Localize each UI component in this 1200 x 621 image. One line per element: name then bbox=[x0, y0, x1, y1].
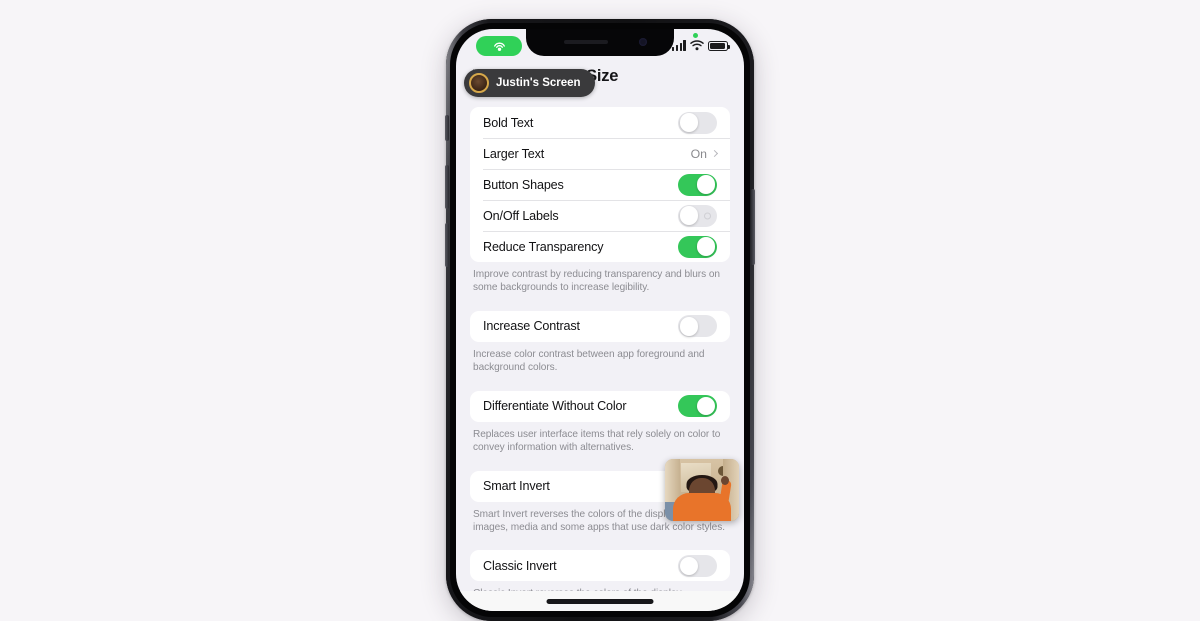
toggle-knob bbox=[696, 396, 716, 416]
toggle-knob bbox=[679, 206, 699, 225]
settings-row-label: Differentiate Without Color bbox=[483, 399, 627, 414]
settings-group-footnote: Improve contrast by reducing transparenc… bbox=[473, 269, 720, 294]
settings-group: Bold Text Larger Text On Button Shapes On/Of… bbox=[470, 107, 730, 262]
settings-row[interactable]: On/Off Labels bbox=[470, 200, 730, 231]
settings-group: Differentiate Without Color bbox=[470, 390, 730, 422]
volume-up-button[interactable] bbox=[445, 165, 449, 209]
settings-row-value-text: On bbox=[690, 146, 707, 161]
screen-share-active-icon[interactable] bbox=[476, 36, 522, 56]
toggle-knob bbox=[679, 317, 699, 336]
settings-row-label: On/Off Labels bbox=[483, 208, 559, 223]
device-notch bbox=[526, 29, 674, 56]
toggle-knob bbox=[679, 113, 699, 132]
facetime-pip-video[interactable] bbox=[665, 459, 739, 521]
settings-group-footnote: Increase color contrast between app fore… bbox=[473, 348, 705, 374]
settings-row-label: Larger Text bbox=[483, 146, 545, 161]
avatar bbox=[469, 73, 489, 93]
settings-row[interactable]: Button Shapes bbox=[470, 169, 730, 200]
settings-list[interactable]: Bold Text Larger Text On Button Shapes On/Of… bbox=[456, 107, 744, 611]
volume-down-button[interactable] bbox=[445, 223, 449, 267]
settings-row[interactable]: Larger Text On bbox=[470, 138, 730, 169]
settings-toggle[interactable] bbox=[678, 315, 717, 338]
chevron-right-icon bbox=[710, 149, 719, 158]
settings-row[interactable]: Differentiate Without Color bbox=[470, 391, 730, 422]
screen-share-name: Justin's Screen bbox=[496, 77, 581, 89]
earpiece-speaker-icon bbox=[564, 40, 608, 44]
settings-row-value: On bbox=[690, 146, 719, 161]
front-camera-icon bbox=[639, 38, 647, 46]
toggle-off-label-icon bbox=[704, 212, 711, 219]
settings-toggle[interactable] bbox=[678, 395, 717, 418]
settings-toggle[interactable] bbox=[678, 173, 717, 196]
settings-group: Increase Contrast bbox=[470, 310, 730, 342]
toggle-knob bbox=[679, 556, 699, 576]
settings-row-label: Smart Invert bbox=[483, 479, 550, 494]
settings-row-label: Button Shapes bbox=[483, 177, 564, 192]
camera-in-use-indicator bbox=[693, 33, 698, 38]
toggle-knob bbox=[696, 175, 716, 194]
settings-toggle[interactable] bbox=[678, 235, 717, 258]
settings-row-label: Increase Contrast bbox=[483, 319, 580, 334]
silent-switch-button[interactable] bbox=[445, 115, 449, 141]
settings-row[interactable]: Classic Invert bbox=[470, 550, 730, 581]
settings-row-label: Reduce Transparency bbox=[483, 239, 604, 254]
settings-row[interactable]: Reduce Transparency bbox=[470, 231, 730, 262]
power-button[interactable] bbox=[751, 189, 755, 265]
settings-row[interactable]: Increase Contrast bbox=[470, 311, 730, 342]
settings-toggle[interactable] bbox=[678, 554, 717, 577]
toggle-knob bbox=[696, 237, 716, 256]
screen-share-banner[interactable]: Justin's Screen bbox=[464, 69, 595, 97]
battery-icon bbox=[708, 41, 730, 51]
cellular-signal-icon bbox=[671, 40, 686, 51]
settings-row[interactable]: Bold Text bbox=[470, 107, 730, 138]
settings-row-label: Classic Invert bbox=[483, 558, 557, 573]
settings-row-label: Bold Text bbox=[483, 115, 534, 130]
home-indicator[interactable] bbox=[546, 599, 654, 604]
phone-device-frame: Display & Text Size Justin's Screen Bold… bbox=[445, 19, 755, 621]
settings-toggle[interactable] bbox=[678, 111, 717, 134]
settings-group-footnote: Replaces user interface items that rely … bbox=[473, 428, 721, 454]
wifi-icon bbox=[690, 40, 704, 51]
phone-screen: Display & Text Size Justin's Screen Bold… bbox=[456, 29, 744, 611]
status-bar-icons bbox=[671, 39, 730, 51]
settings-group: Classic Invert bbox=[470, 550, 730, 582]
settings-toggle[interactable] bbox=[678, 204, 717, 227]
